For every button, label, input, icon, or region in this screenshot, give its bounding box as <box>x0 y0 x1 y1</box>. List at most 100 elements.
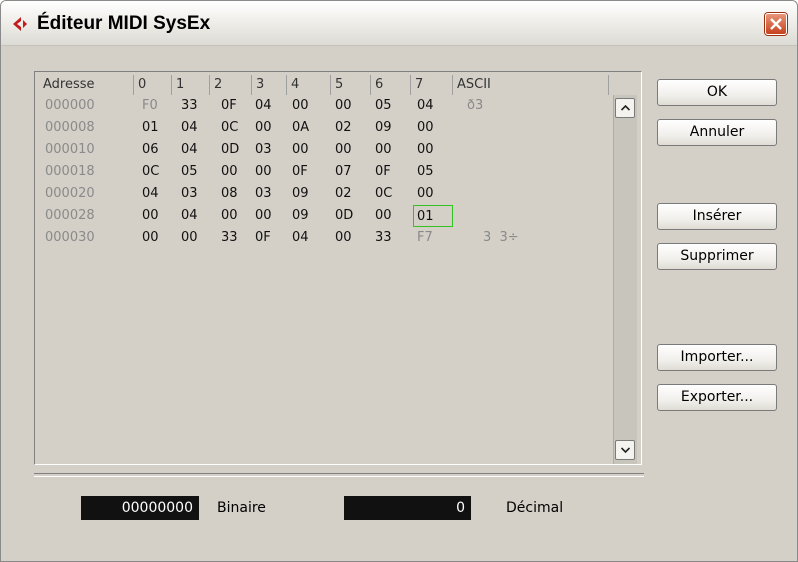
binary-label: Binaire <box>217 500 266 516</box>
table-row: 000020 04 03 08 03 09 02 0C 00 <box>39 183 613 205</box>
byte-cell[interactable]: 04 <box>142 183 159 205</box>
address-cell: 000000 <box>45 98 95 113</box>
divider <box>34 473 644 477</box>
byte-cell[interactable]: 0F <box>255 227 271 249</box>
byte-cell[interactable]: 33 <box>375 227 392 249</box>
close-button[interactable] <box>765 13 787 35</box>
title-bar[interactable]: Éditeur MIDI SysEx <box>1 1 797 46</box>
scroll-down-button[interactable] <box>615 440 635 460</box>
selected-byte-cell[interactable]: 01 <box>413 205 453 227</box>
address-cell: 000008 <box>45 120 95 135</box>
binary-value-field[interactable]: 00000000 <box>81 496 199 520</box>
cancel-button[interactable]: Annuler <box>657 119 777 146</box>
byte-cell[interactable]: 0D <box>335 205 353 227</box>
byte-cell[interactable]: 0F <box>292 161 308 183</box>
byte-cell[interactable]: 00 <box>142 205 159 227</box>
byte-cell[interactable]: 05 <box>181 161 198 183</box>
decimal-label: Décimal <box>506 500 564 516</box>
col-header-3[interactable]: 3 <box>252 75 287 95</box>
byte-cell[interactable]: 04 <box>181 139 198 161</box>
byte-cell[interactable]: 09 <box>292 205 309 227</box>
byte-cell[interactable]: 00 <box>255 161 272 183</box>
byte-cell[interactable]: 00 <box>255 205 272 227</box>
ascii-cell: 3 3÷ <box>483 230 519 245</box>
byte-cell[interactable]: 00 <box>221 205 238 227</box>
byte-cell[interactable]: 0C <box>375 183 392 205</box>
table-row: 000018 0C 05 00 00 0F 07 0F 05 <box>39 161 613 183</box>
delete-button[interactable]: Supprimer <box>657 243 777 270</box>
address-cell: 000030 <box>45 230 95 245</box>
col-header-1[interactable]: 1 <box>172 75 210 95</box>
export-button[interactable]: Exporter... <box>657 384 777 411</box>
ascii-cell: ð3 <box>467 98 484 113</box>
byte-cell[interactable]: 00 <box>292 139 309 161</box>
byte-cell[interactable]: 0F <box>221 95 237 117</box>
byte-cell[interactable]: 00 <box>255 117 272 139</box>
byte-cell[interactable]: 0C <box>221 117 238 139</box>
byte-cell[interactable]: 00 <box>417 183 434 205</box>
import-button[interactable]: Importer... <box>657 344 777 371</box>
byte-cell[interactable]: 00 <box>292 95 309 117</box>
byte-cell[interactable]: 00 <box>335 139 352 161</box>
byte-cell[interactable]: 0A <box>292 117 309 139</box>
grid-header: Adresse 0 1 2 3 4 5 6 7 ASCII <box>39 75 613 95</box>
byte-cell[interactable]: 03 <box>255 139 272 161</box>
byte-cell[interactable]: 04 <box>255 95 272 117</box>
ok-button[interactable]: OK <box>657 79 777 106</box>
byte-cell[interactable]: 03 <box>255 183 272 205</box>
byte-cell[interactable]: 08 <box>221 183 238 205</box>
byte-cell[interactable]: 00 <box>417 139 434 161</box>
table-row: 000028 00 04 00 00 09 0D 00 01 <box>39 205 613 227</box>
byte-cell[interactable]: 03 <box>181 183 198 205</box>
byte-cell[interactable]: 04 <box>181 117 198 139</box>
app-icon <box>12 16 30 32</box>
address-cell: 000020 <box>45 186 95 201</box>
vertical-scrollbar[interactable] <box>613 95 637 464</box>
byte-cell[interactable]: 00 <box>375 139 392 161</box>
byte-cell[interactable]: 04 <box>417 95 434 117</box>
byte-cell[interactable]: 00 <box>335 95 352 117</box>
scroll-up-button[interactable] <box>615 98 635 118</box>
byte-cell[interactable]: 00 <box>142 227 159 249</box>
byte-cell[interactable]: 0D <box>221 139 239 161</box>
byte-cell[interactable]: F0 <box>142 95 158 117</box>
byte-cell[interactable]: 05 <box>417 161 434 183</box>
byte-cell[interactable]: 00 <box>181 227 198 249</box>
byte-cell[interactable]: 04 <box>292 227 309 249</box>
address-cell: 000028 <box>45 208 95 223</box>
col-header-7[interactable]: 7 <box>411 75 453 95</box>
chevron-up-icon <box>621 105 630 111</box>
byte-cell[interactable]: 00 <box>417 117 434 139</box>
byte-cell[interactable]: 06 <box>142 139 159 161</box>
byte-cell[interactable]: 00 <box>335 227 352 249</box>
sysex-editor-window: Éditeur MIDI SysEx Adresse 0 1 2 3 4 5 6… <box>0 0 798 562</box>
byte-cell[interactable]: 05 <box>375 95 392 117</box>
decimal-value-field[interactable]: 0 <box>344 496 471 520</box>
byte-cell[interactable]: 00 <box>221 161 238 183</box>
byte-cell[interactable]: 0C <box>142 161 159 183</box>
col-header-4[interactable]: 4 <box>287 75 331 95</box>
byte-cell[interactable]: 33 <box>221 227 238 249</box>
byte-cell[interactable]: 00 <box>375 205 392 227</box>
chevron-down-icon <box>621 447 630 453</box>
byte-cell[interactable]: 01 <box>142 117 159 139</box>
byte-cell[interactable]: 33 <box>181 95 198 117</box>
window-title: Éditeur MIDI SysEx <box>37 13 211 34</box>
col-header-0[interactable]: 0 <box>134 75 172 95</box>
byte-cell[interactable]: 02 <box>335 117 352 139</box>
col-header-ascii[interactable]: ASCII <box>453 75 609 95</box>
col-header-6[interactable]: 6 <box>371 75 411 95</box>
insert-button[interactable]: Insérer <box>657 203 777 230</box>
byte-cell[interactable]: 07 <box>335 161 352 183</box>
byte-cell[interactable]: 02 <box>335 183 352 205</box>
byte-cell[interactable]: 09 <box>375 117 392 139</box>
col-header-2[interactable]: 2 <box>210 75 252 95</box>
byte-cell[interactable]: F7 <box>417 227 433 249</box>
sysex-grid[interactable]: Adresse 0 1 2 3 4 5 6 7 ASCII 000000 F0 33… <box>39 75 613 463</box>
byte-cell[interactable]: 09 <box>292 183 309 205</box>
col-header-5[interactable]: 5 <box>331 75 371 95</box>
byte-cell[interactable]: 0F <box>375 161 391 183</box>
table-row: 000008 01 04 0C 00 0A 02 09 00 <box>39 117 613 139</box>
byte-cell[interactable]: 04 <box>181 205 198 227</box>
col-header-address[interactable]: Adresse <box>39 75 134 95</box>
